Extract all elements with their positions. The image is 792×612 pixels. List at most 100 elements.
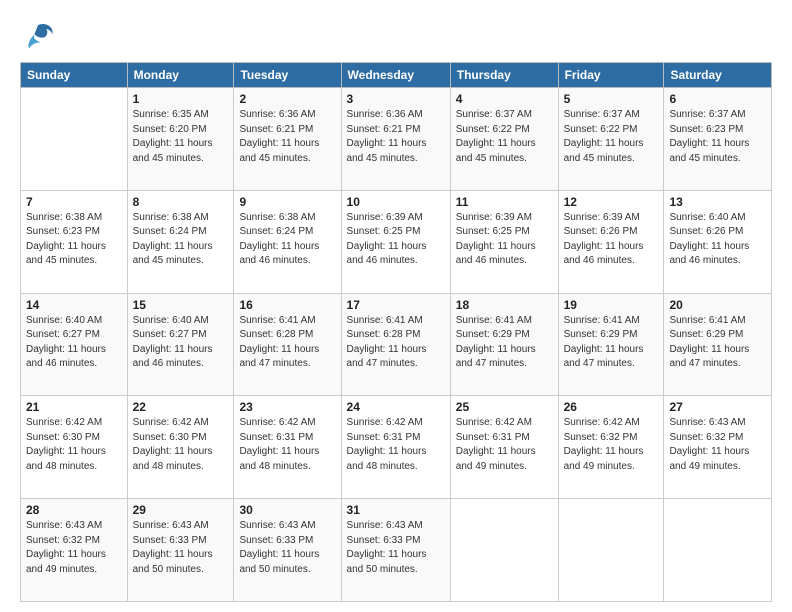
calendar-cell: 8 Sunrise: 6:38 AM Sunset: 6:24 PM Daylig… [127, 190, 234, 293]
day-info: Sunrise: 6:43 AM Sunset: 6:33 PM Dayligh… [239, 519, 335, 577]
day-info: Sunrise: 6:38 AM Sunset: 6:24 PM Dayligh… [239, 211, 335, 269]
calendar-cell: 12 Sunrise: 6:39 AM Sunset: 6:26 PM Dayli… [558, 190, 664, 293]
day-number: 6 [669, 92, 766, 106]
day-info: Sunrise: 6:43 AM Sunset: 6:33 PM Dayligh… [133, 519, 229, 577]
calendar-cell: 17Sunrise: 6:41 AM Sunset: 6:28 PM Dayli… [341, 293, 450, 396]
calendar-cell: 28 Sunrise: 6:43 AM Sunset: 6:32 PM Dayli… [21, 499, 128, 602]
calendar-cell: 25Sunrise: 6:42 AM Sunset: 6:31 PM Dayli… [450, 396, 558, 499]
calendar-week-row: 1Sunrise: 6:35 AM Sunset: 6:20 PM Daylig… [21, 88, 772, 191]
weekday-header: Friday [558, 63, 664, 88]
header [20, 18, 772, 54]
day-number: 18 [456, 298, 553, 312]
day-info: Sunrise: 6:41 AM Sunset: 6:29 PM Dayligh… [669, 314, 766, 372]
day-number: 11 [456, 195, 553, 209]
calendar-cell: 14 Sunrise: 6:40 AM Sunset: 6:27 PM Dayli… [21, 293, 128, 396]
day-number: 5 [564, 92, 659, 106]
calendar-week-row: 14 Sunrise: 6:40 AM Sunset: 6:27 PM Dayli… [21, 293, 772, 396]
calendar-cell [558, 499, 664, 602]
calendar-cell: 4 Sunrise: 6:37 AM Sunset: 6:22 PM Daylig… [450, 88, 558, 191]
calendar-cell: 29 Sunrise: 6:43 AM Sunset: 6:33 PM Dayli… [127, 499, 234, 602]
day-number: 20 [669, 298, 766, 312]
day-info: Sunrise: 6:41 AM Sunset: 6:29 PM Dayligh… [456, 314, 553, 372]
day-info: Sunrise: 6:40 AM Sunset: 6:26 PM Dayligh… [669, 211, 766, 269]
calendar-cell: 20 Sunrise: 6:41 AM Sunset: 6:29 PM Dayli… [664, 293, 772, 396]
calendar-cell: 9 Sunrise: 6:38 AM Sunset: 6:24 PM Daylig… [234, 190, 341, 293]
day-number: 4 [456, 92, 553, 106]
day-info: Sunrise: 6:40 AM Sunset: 6:27 PM Dayligh… [26, 314, 122, 372]
weekday-header: Thursday [450, 63, 558, 88]
weekday-header: Wednesday [341, 63, 450, 88]
day-number: 27 [669, 400, 766, 414]
calendar-cell: 11 Sunrise: 6:39 AM Sunset: 6:25 PM Dayli… [450, 190, 558, 293]
day-number: 9 [239, 195, 335, 209]
day-info: Sunrise: 6:42 AM Sunset: 6:31 PM Dayligh… [347, 416, 445, 474]
calendar-cell: 26Sunrise: 6:42 AM Sunset: 6:32 PM Dayli… [558, 396, 664, 499]
day-info: Sunrise: 6:43 AM Sunset: 6:32 PM Dayligh… [26, 519, 122, 577]
calendar-cell [21, 88, 128, 191]
day-number: 12 [564, 195, 659, 209]
calendar-cell: 16 Sunrise: 6:41 AM Sunset: 6:28 PM Dayli… [234, 293, 341, 396]
day-info: Sunrise: 6:37 AM Sunset: 6:22 PM Dayligh… [456, 108, 553, 166]
day-info: Sunrise: 6:39 AM Sunset: 6:26 PM Dayligh… [564, 211, 659, 269]
day-number: 15 [133, 298, 229, 312]
day-info: Sunrise: 6:38 AM Sunset: 6:23 PM Dayligh… [26, 211, 122, 269]
day-number: 21 [26, 400, 122, 414]
calendar-cell: 13 Sunrise: 6:40 AM Sunset: 6:26 PM Dayli… [664, 190, 772, 293]
day-number: 2 [239, 92, 335, 106]
calendar-cell: 6 Sunrise: 6:37 AM Sunset: 6:23 PM Daylig… [664, 88, 772, 191]
calendar-cell: 1Sunrise: 6:35 AM Sunset: 6:20 PM Daylig… [127, 88, 234, 191]
day-info: Sunrise: 6:43 AM Sunset: 6:32 PM Dayligh… [669, 416, 766, 474]
day-number: 30 [239, 503, 335, 517]
calendar-cell: 15 Sunrise: 6:40 AM Sunset: 6:27 PM Dayli… [127, 293, 234, 396]
calendar-cell: 3 Sunrise: 6:36 AM Sunset: 6:21 PM Daylig… [341, 88, 450, 191]
calendar-week-row: 7 Sunrise: 6:38 AM Sunset: 6:23 PM Daylig… [21, 190, 772, 293]
calendar-cell [664, 499, 772, 602]
day-number: 29 [133, 503, 229, 517]
day-info: Sunrise: 6:42 AM Sunset: 6:31 PM Dayligh… [239, 416, 335, 474]
calendar-cell [450, 499, 558, 602]
calendar-table: SundayMondayTuesdayWednesdayThursdayFrid… [20, 62, 772, 602]
day-number: 7 [26, 195, 122, 209]
day-number: 10 [347, 195, 445, 209]
calendar-cell: 27 Sunrise: 6:43 AM Sunset: 6:32 PM Dayli… [664, 396, 772, 499]
calendar-cell: 22 Sunrise: 6:42 AM Sunset: 6:30 PM Dayli… [127, 396, 234, 499]
logo [20, 18, 60, 54]
day-info: Sunrise: 6:43 AM Sunset: 6:33 PM Dayligh… [347, 519, 445, 577]
calendar-cell: 7 Sunrise: 6:38 AM Sunset: 6:23 PM Daylig… [21, 190, 128, 293]
day-number: 8 [133, 195, 229, 209]
day-number: 23 [239, 400, 335, 414]
weekday-header: Sunday [21, 63, 128, 88]
day-info: Sunrise: 6:35 AM Sunset: 6:20 PM Dayligh… [133, 108, 229, 166]
day-number: 14 [26, 298, 122, 312]
calendar-cell: 2Sunrise: 6:36 AM Sunset: 6:21 PM Daylig… [234, 88, 341, 191]
day-number: 16 [239, 298, 335, 312]
day-info: Sunrise: 6:37 AM Sunset: 6:22 PM Dayligh… [564, 108, 659, 166]
calendar-cell: 5 Sunrise: 6:37 AM Sunset: 6:22 PM Daylig… [558, 88, 664, 191]
day-info: Sunrise: 6:39 AM Sunset: 6:25 PM Dayligh… [347, 211, 445, 269]
day-info: Sunrise: 6:39 AM Sunset: 6:25 PM Dayligh… [456, 211, 553, 269]
day-info: Sunrise: 6:42 AM Sunset: 6:30 PM Dayligh… [133, 416, 229, 474]
day-info: Sunrise: 6:42 AM Sunset: 6:30 PM Dayligh… [26, 416, 122, 474]
calendar-cell: 10 Sunrise: 6:39 AM Sunset: 6:25 PM Dayli… [341, 190, 450, 293]
calendar-cell: 31Sunrise: 6:43 AM Sunset: 6:33 PM Dayli… [341, 499, 450, 602]
day-info: Sunrise: 6:37 AM Sunset: 6:23 PM Dayligh… [669, 108, 766, 166]
day-info: Sunrise: 6:40 AM Sunset: 6:27 PM Dayligh… [133, 314, 229, 372]
day-number: 17 [347, 298, 445, 312]
day-info: Sunrise: 6:36 AM Sunset: 6:21 PM Dayligh… [347, 108, 445, 166]
day-number: 22 [133, 400, 229, 414]
day-number: 24 [347, 400, 445, 414]
day-info: Sunrise: 6:42 AM Sunset: 6:32 PM Dayligh… [564, 416, 659, 474]
day-number: 13 [669, 195, 766, 209]
page: SundayMondayTuesdayWednesdayThursdayFrid… [0, 0, 792, 612]
calendar-header-row: SundayMondayTuesdayWednesdayThursdayFrid… [21, 63, 772, 88]
weekday-header: Saturday [664, 63, 772, 88]
day-info: Sunrise: 6:41 AM Sunset: 6:28 PM Dayligh… [239, 314, 335, 372]
day-number: 28 [26, 503, 122, 517]
day-info: Sunrise: 6:42 AM Sunset: 6:31 PM Dayligh… [456, 416, 553, 474]
calendar-week-row: 28 Sunrise: 6:43 AM Sunset: 6:32 PM Dayli… [21, 499, 772, 602]
calendar-cell: 24 Sunrise: 6:42 AM Sunset: 6:31 PM Dayli… [341, 396, 450, 499]
day-info: Sunrise: 6:38 AM Sunset: 6:24 PM Dayligh… [133, 211, 229, 269]
calendar-week-row: 21 Sunrise: 6:42 AM Sunset: 6:30 PM Dayli… [21, 396, 772, 499]
day-number: 3 [347, 92, 445, 106]
weekday-header: Tuesday [234, 63, 341, 88]
